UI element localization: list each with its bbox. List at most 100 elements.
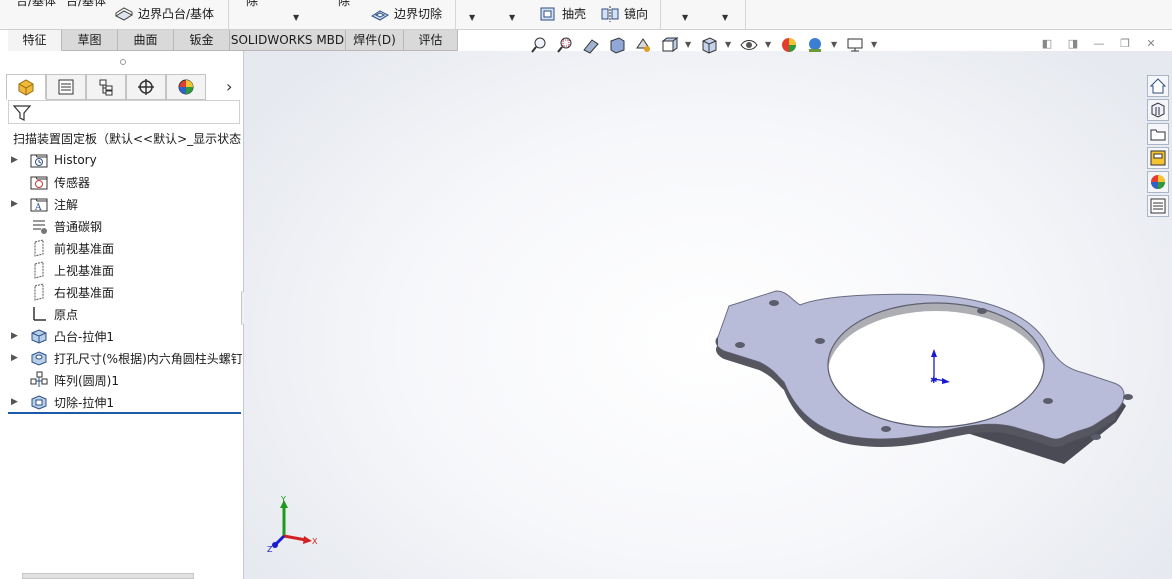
shell-button[interactable]: 抽壳 [538,5,586,23]
plane-icon [34,239,44,257]
restore-icon[interactable]: ❐ [1118,38,1132,50]
sensor-icon [30,176,48,190]
tree-item-label: 原点 [54,307,79,322]
chevron-down-icon[interactable]: ▼ [831,40,837,49]
expand-arrow-icon[interactable]: ▶ [11,397,21,407]
chevron-down-icon[interactable]: ▼ [871,40,877,49]
tree-item-circular-pattern1[interactable]: 阵列(圆周)1 [0,370,242,390]
zoom-to-area-icon[interactable] [556,36,574,54]
view-settings-icon[interactable] [846,36,864,54]
tab-solidworks-mbd[interactable]: SOLIDWORKS MBD [230,30,346,51]
tree-item-sensors[interactable]: 传感器 [0,172,242,192]
boundary-boss-button[interactable]: 边界凸台/基体 [114,5,214,23]
tree-item-material[interactable]: 普通碳钢 [0,216,242,236]
section-view-icon[interactable] [608,36,626,54]
apply-scene-icon[interactable] [806,36,824,54]
left-pane-scrollbar[interactable] [22,573,194,579]
task-pane-design-library[interactable] [1147,99,1169,121]
plane-icon [34,283,44,301]
ribbon-item-boss-base-cut-2[interactable]: 台/基体 [66,0,106,8]
configuration-manager-icon [99,79,113,96]
task-pane-custom-properties[interactable] [1147,195,1169,217]
ribbon-separator [660,0,661,29]
ribbon-item-cut-fragment[interactable]: 除 [246,0,258,8]
task-pane-view-palette[interactable] [1147,147,1169,169]
view-palette-icon [1150,150,1166,166]
display-style-icon[interactable] [700,36,718,54]
previous-window-icon[interactable]: ◧ [1040,38,1054,50]
tree-item-top-plane[interactable]: 上视基准面 [0,260,242,280]
tree-item-annotations[interactable]: ▶ A 注解 [0,194,242,214]
tab-dimxpert-manager[interactable] [126,74,166,100]
tab-features[interactable]: 特征 [8,30,62,51]
tab-display-manager[interactable] [166,74,206,100]
chevron-down-icon[interactable]: ▼ [722,11,728,25]
tab-evaluate[interactable]: 评估 [404,30,458,51]
tab-surfaces[interactable]: 曲面 [118,30,174,51]
tab-property-manager[interactable] [46,74,86,100]
tree-item-front-plane[interactable]: 前视基准面 [0,238,242,258]
tab-configuration-manager[interactable] [86,74,126,100]
task-pane-appearances[interactable] [1147,171,1169,193]
part-name: 扫描装置固定板（默认<<默认>_显示状态 1>） [13,131,244,146]
tree-item-history[interactable]: ▶ History [0,150,242,170]
expand-arrow-icon[interactable]: ▶ [11,353,21,363]
boundary-boss-label: 边界凸台/基体 [138,7,215,21]
expand-arrow-icon[interactable]: ▶ [11,331,21,341]
tree-item-cut-extrude1[interactable]: ▶ 切除-拉伸1 [0,392,242,412]
pane-grip-handle[interactable] [120,59,126,65]
chevron-down-icon[interactable]: ▼ [509,11,515,25]
tree-filter-row[interactable] [8,100,240,124]
tree-item-hole-wizard[interactable]: ▶ 打孔尺寸(%根据)内六角圆柱头螺钉 [0,348,242,368]
plane-icon [34,261,44,279]
previous-view-icon[interactable] [582,36,600,54]
reference-triad: Y X Z [267,495,318,554]
tree-item-label: 上视基准面 [54,263,115,278]
expand-arrow-icon[interactable]: ▶ [11,199,21,209]
tree-root-part[interactable]: 扫描装置固定板（默认<<默认>_显示状态 1>） [8,129,244,147]
tab-sketch[interactable]: 草图 [62,30,118,51]
zoom-to-fit-icon[interactable] [530,36,548,54]
graphics-area[interactable]: ✱ [244,51,1172,579]
boundary-cut-label: 边界切除 [394,7,443,21]
tab-sheet-metal[interactable]: 钣金 [174,30,230,51]
design-library-icon [1151,102,1165,118]
expand-arrow-icon[interactable]: ▶ [11,155,21,165]
task-pane-file-explorer[interactable] [1147,123,1169,145]
edit-appearance-icon[interactable] [780,36,798,54]
circular-pattern-icon [30,371,48,387]
mirror-label: 镜向 [624,7,649,21]
hide-show-items-icon[interactable] [740,36,758,54]
mirror-button[interactable]: 镜向 [600,5,648,23]
tree-item-boss-extrude1[interactable]: ▶ 凸台-拉伸1 [0,326,242,346]
svg-text:✱: ✱ [930,376,938,386]
view-orientation-icon[interactable] [660,36,678,54]
chevron-down-icon[interactable]: ▼ [685,40,691,49]
tree-item-label: 传感器 [54,175,91,190]
shell-label: 抽壳 [562,7,587,21]
chevron-down-icon[interactable]: ▼ [293,11,299,25]
part-model-3d[interactable]: ✱ [704,287,1164,467]
chevron-down-icon[interactable]: ▼ [469,11,475,25]
ribbon-item-cut-fragment-2[interactable]: 除 [338,0,350,8]
tab-weldments[interactable]: 焊件(D) [346,30,404,51]
minimize-icon[interactable]: — [1092,38,1106,50]
custom-properties-icon [1150,198,1166,214]
dynamic-annotation-icon[interactable] [634,36,652,54]
hole-wizard-icon [31,351,47,366]
chevron-down-icon[interactable]: ▼ [725,40,731,49]
boundary-cut-button[interactable]: 边界切除 [370,5,442,23]
tree-item-origin[interactable]: 原点 [0,304,242,324]
rollback-bar[interactable] [8,412,241,414]
close-icon[interactable]: ✕ [1144,38,1158,50]
filter-icon[interactable] [12,103,32,123]
ribbon-item-boss-base-cut[interactable]: 合/基体 [16,0,56,8]
chevron-down-icon[interactable]: ▼ [682,11,688,25]
next-window-icon[interactable]: ◨ [1066,38,1080,50]
tree-item-right-plane[interactable]: 右视基准面 [0,282,242,302]
tab-feature-manager[interactable] [6,74,46,100]
tree-item-label: History [54,153,97,167]
chevron-down-icon[interactable]: ▼ [765,40,771,49]
chevron-right-icon[interactable]: › [226,77,232,96]
task-pane-home[interactable] [1147,75,1169,97]
